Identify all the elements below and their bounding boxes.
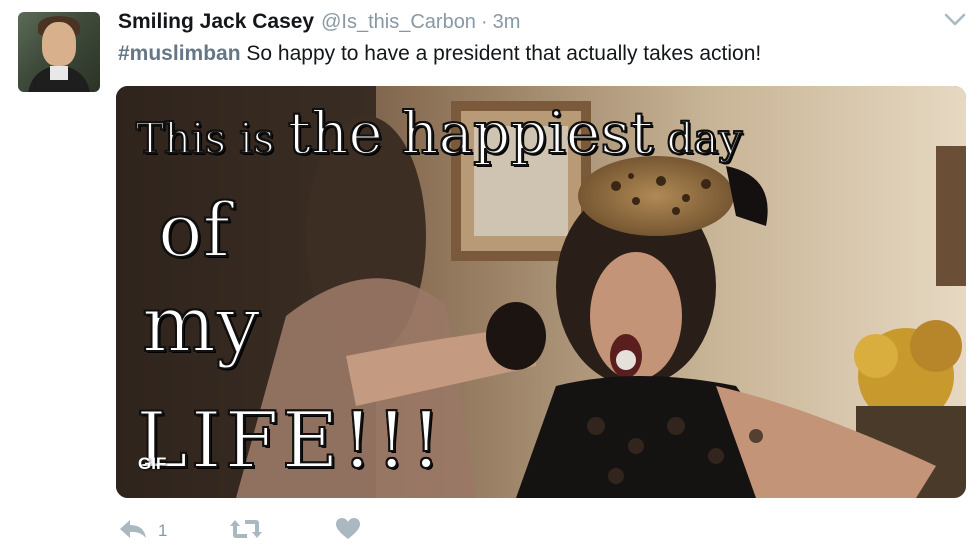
tweet-body: So happy to have a president that actual… (240, 42, 762, 65)
caption-day: day (653, 114, 744, 163)
avatar[interactable] (18, 12, 100, 92)
retweet-icon (229, 518, 263, 545)
avatar-collar (50, 66, 68, 80)
gif-media[interactable]: This is the happiest day of my LIFE!!! G… (116, 86, 966, 498)
caption-line-2: of (157, 188, 231, 274)
tweet-card[interactable]: Smiling Jack Casey @Is_this_Carbon · 3m … (0, 0, 980, 553)
avatar-face (42, 22, 76, 66)
reply-icon (118, 518, 148, 545)
caption-the-happiest: the happiest (287, 99, 655, 167)
reply-count: 1 (158, 521, 168, 540)
reply-button[interactable]: 1 (118, 518, 167, 545)
tweet-text: #muslimban So happy to have a president … (118, 42, 761, 66)
hashtag-link[interactable]: #muslimban (118, 42, 241, 65)
retweet-button[interactable] (229, 518, 273, 545)
heart-icon (335, 517, 361, 546)
caption-line-3: my (141, 280, 261, 370)
gif-badge: GIF (138, 454, 167, 473)
like-button[interactable] (335, 517, 371, 546)
tweet-actions: 1 (118, 516, 433, 546)
user-handle[interactable]: @Is_this_Carbon (321, 11, 476, 34)
chevron-down-icon[interactable] (944, 12, 966, 28)
caption-line-4: LIFE!!! (135, 396, 445, 486)
tweet-header: Smiling Jack Casey @Is_this_Carbon · 3m (118, 10, 520, 36)
caption-this-is: This is (135, 114, 288, 163)
separator-dot: · (480, 11, 488, 33)
caption-line-1: This is the happiest day (135, 103, 744, 163)
timestamp[interactable]: 3m (493, 11, 521, 34)
display-name[interactable]: Smiling Jack Casey (118, 10, 314, 34)
